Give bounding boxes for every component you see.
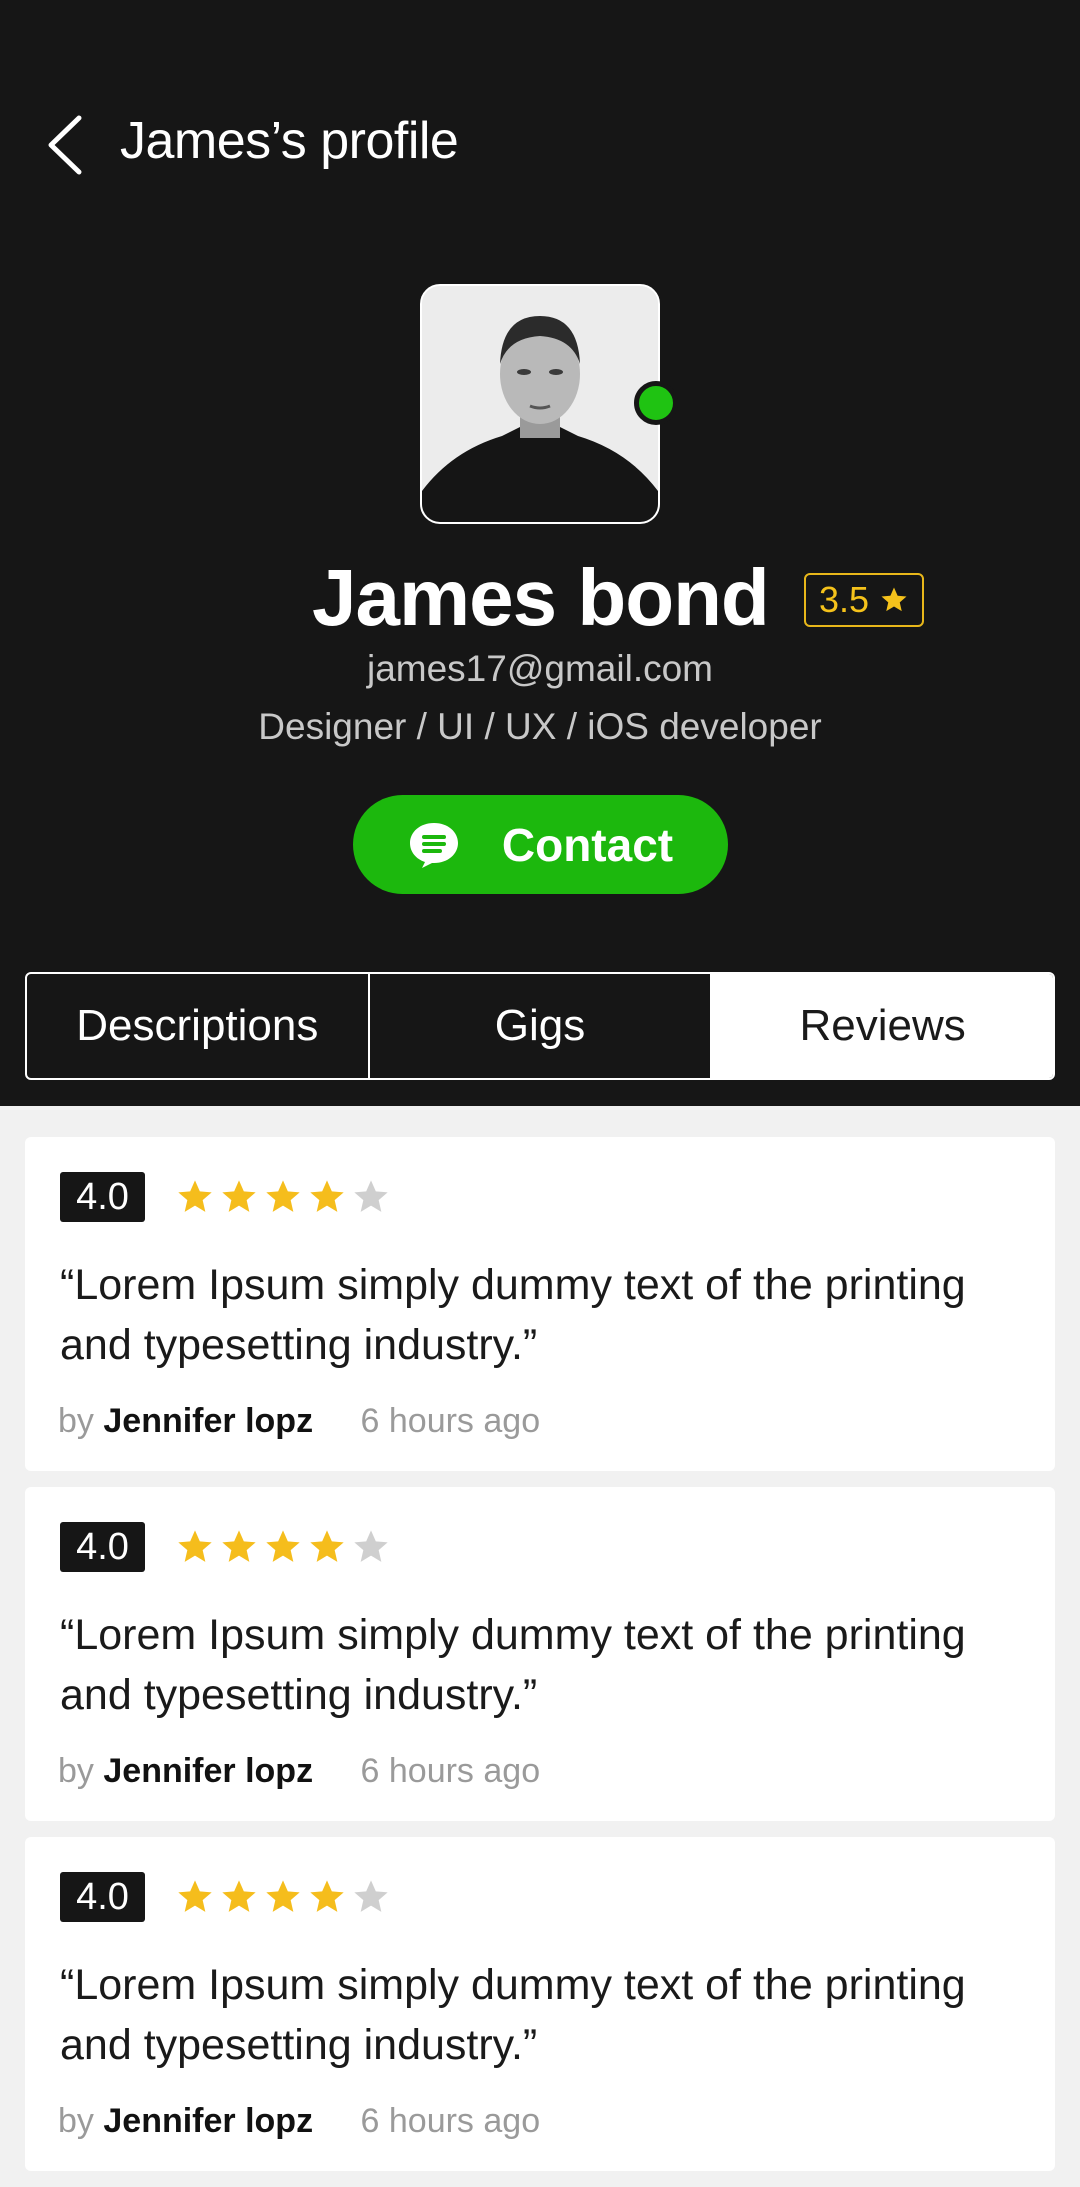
review-card: 4.0 “Lorem Ipsum simply dummy text of th… — [25, 1137, 1055, 1471]
review-stars — [175, 1877, 391, 1917]
star-filled-icon — [178, 1180, 212, 1212]
review-card: 4.0 “Lorem Ipsum simply dummy text of th… — [25, 1837, 1055, 2171]
tab-gigs[interactable]: Gigs — [370, 974, 713, 1078]
review-meta: by Jennifer lopz 6 hours ago — [58, 2099, 540, 2143]
star-filled-icon — [266, 1180, 300, 1212]
star-empty-icon — [354, 1530, 388, 1562]
review-time: 6 hours ago — [360, 2102, 541, 2140]
review-card: 4.0 “Lorem Ipsum simply dummy text of th… — [25, 1487, 1055, 1821]
review-author[interactable]: Jennifer lopz — [103, 1752, 313, 1790]
star-filled-icon — [310, 1180, 344, 1212]
profile-email: james17@gmail.com — [366, 648, 713, 689]
star-filled-icon — [178, 1530, 212, 1562]
review-stars — [175, 1527, 391, 1567]
review-text: “Lorem Ipsum simply dummy text of the pr… — [60, 1961, 966, 2069]
review-by-label: by — [58, 2102, 94, 2140]
star-empty-icon — [354, 1180, 388, 1212]
review-time: 6 hours ago — [360, 1402, 541, 1440]
review-author[interactable]: Jennifer lopz — [103, 1402, 313, 1440]
review-time: 6 hours ago — [360, 1752, 541, 1790]
tab-reviews[interactable]: Reviews — [712, 974, 1053, 1078]
tab-descriptions[interactable]: Descriptions — [27, 974, 370, 1078]
contact-button-label: Contact — [501, 818, 674, 871]
review-text: “Lorem Ipsum simply dummy text of the pr… — [60, 1611, 966, 1719]
reviews-list: 4.0 “Lorem Ipsum simply dummy text of th… — [25, 1137, 1055, 2187]
profile-role: Designer / UI / UX / iOS developer — [258, 706, 822, 747]
review-text: “Lorem Ipsum simply dummy text of the pr… — [60, 1261, 966, 1369]
rating-badge: 3.5 — [804, 573, 924, 627]
star-filled-icon — [222, 1180, 256, 1212]
profile-header-section: James’s profile James bond 3.5 james17@g… — [0, 0, 1080, 1106]
star-filled-icon — [266, 1880, 300, 1912]
review-score: 4.0 — [60, 1522, 145, 1572]
profile-name: James bond — [312, 553, 770, 642]
contact-button[interactable]: Contact — [353, 795, 728, 894]
review-by-label: by — [58, 1402, 94, 1440]
star-icon — [881, 587, 907, 612]
review-stars — [175, 1177, 391, 1217]
avatar — [420, 284, 660, 524]
review-author[interactable]: Jennifer lopz — [103, 2102, 313, 2140]
review-score: 4.0 — [60, 1172, 145, 1222]
star-filled-icon — [222, 1880, 256, 1912]
back-button[interactable] — [40, 112, 90, 178]
profile-tabs: Descriptions Gigs Reviews — [25, 972, 1055, 1080]
review-by-label: by — [58, 1752, 94, 1790]
star-empty-icon — [354, 1880, 388, 1912]
review-score: 4.0 — [60, 1872, 145, 1922]
star-filled-icon — [310, 1880, 344, 1912]
online-status-indicator — [634, 381, 678, 425]
chat-bubble-icon — [409, 822, 458, 868]
star-filled-icon — [266, 1530, 300, 1562]
review-meta: by Jennifer lopz 6 hours ago — [58, 1749, 540, 1793]
star-filled-icon — [222, 1530, 256, 1562]
page-title: James’s profile — [120, 112, 459, 170]
review-meta: by Jennifer lopz 6 hours ago — [58, 1399, 540, 1443]
star-filled-icon — [310, 1530, 344, 1562]
rating-value: 3.5 — [818, 579, 870, 620]
chevron-left-icon — [48, 115, 82, 175]
star-filled-icon — [178, 1880, 212, 1912]
